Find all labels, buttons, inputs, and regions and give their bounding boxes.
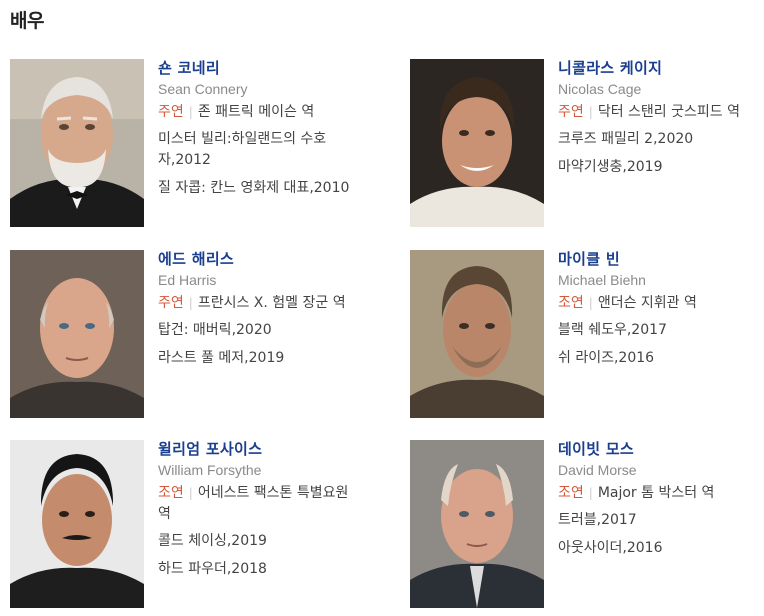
actor-photo-michael-biehn[interactable] bbox=[410, 250, 544, 418]
actor-photo-david-morse[interactable] bbox=[410, 440, 544, 608]
role-name: 어네스트 팩스톤 특별요원 역 bbox=[158, 485, 349, 522]
filmography-list: 트러블,2017 아웃사이더,2016 bbox=[558, 510, 760, 559]
portrait-image bbox=[10, 59, 144, 227]
role-name: 존 패트릭 메이슨 역 bbox=[197, 104, 315, 120]
actor-name-link[interactable]: 니콜라스 케이지 bbox=[558, 59, 760, 77]
film-link[interactable]: 블랙 쉐도우,2017 bbox=[558, 320, 760, 341]
portrait-image bbox=[410, 440, 544, 608]
film-link[interactable]: 미스터 빌리:하일랜드의 수호자,2012 bbox=[158, 129, 360, 171]
actor-photo-ed-harris[interactable] bbox=[10, 250, 144, 418]
role-line: 조연 | 어네스트 팩스톤 특별요원 역 bbox=[158, 483, 360, 525]
film-link[interactable]: 라스트 풀 메저,2019 bbox=[158, 348, 360, 369]
actor-english-name: Ed Harris bbox=[158, 272, 217, 288]
role-type-badge: 조연 bbox=[158, 485, 184, 501]
actor-card: 니콜라스 케이지 Nicolas Cage 주연 | 닥터 스탠리 굿스피드 역 크… bbox=[410, 59, 760, 229]
actor-card: 에드 해리스 Ed Harris 주연 | 프란시스 X. 험멜 장군 역 탑건: … bbox=[10, 250, 360, 420]
actor-card: 숀 코네리 Sean Connery 주연 | 존 패트릭 메이슨 역 미스터 빌리… bbox=[10, 59, 360, 229]
film-link[interactable]: 마약기생충,2019 bbox=[558, 157, 760, 178]
portrait-image bbox=[410, 59, 544, 227]
actor-photo-nicolas-cage[interactable] bbox=[410, 59, 544, 227]
role-line: 조연 | 앤더슨 지휘관 역 bbox=[558, 293, 760, 314]
actor-english-name: David Morse bbox=[558, 462, 637, 478]
actor-name-link[interactable]: 에드 해리스 bbox=[158, 250, 360, 268]
film-link[interactable]: 하드 파우더,2018 bbox=[158, 559, 360, 580]
actor-name-link[interactable]: 데이빗 모스 bbox=[558, 440, 760, 458]
film-link[interactable]: 트러블,2017 bbox=[558, 510, 760, 531]
filmography-list: 크루즈 패밀리 2,2020 마약기생충,2019 bbox=[558, 129, 760, 178]
role-separator: | bbox=[188, 486, 193, 500]
portrait-image bbox=[10, 440, 144, 608]
role-separator: | bbox=[188, 105, 193, 119]
actor-card: 데이빗 모스 David Morse 조연 | Major 톰 박스터 역 트러블,… bbox=[410, 440, 760, 610]
film-link[interactable]: 크루즈 패밀리 2,2020 bbox=[558, 129, 760, 150]
actor-photo-sean-connery[interactable] bbox=[10, 59, 144, 227]
role-separator: | bbox=[588, 105, 593, 119]
actor-card: 윌리엄 포사이스 William Forsythe 조연 | 어네스트 팩스톤 특별… bbox=[10, 440, 360, 610]
role-line: 주연 | 닥터 스탠리 굿스피드 역 bbox=[558, 102, 760, 123]
actor-english-name: Michael Biehn bbox=[558, 272, 646, 288]
role-separator: | bbox=[588, 486, 593, 500]
actor-card: 마이클 빈 Michael Biehn 조연 | 앤더슨 지휘관 역 블랙 쉐도우,… bbox=[410, 250, 760, 420]
role-type-badge: 주연 bbox=[158, 295, 184, 311]
role-line: 주연 | 존 패트릭 메이슨 역 bbox=[158, 102, 360, 123]
actor-photo-william-forsythe[interactable] bbox=[10, 440, 144, 608]
role-name: Major 톰 박스터 역 bbox=[597, 485, 715, 501]
actor-name-link[interactable]: 마이클 빈 bbox=[558, 250, 760, 268]
filmography-list: 콜드 체이싱,2019 하드 파우더,2018 bbox=[158, 531, 360, 580]
role-type-badge: 조연 bbox=[558, 485, 584, 501]
role-type-badge: 주연 bbox=[158, 104, 184, 120]
role-name: 프란시스 X. 험멜 장군 역 bbox=[197, 295, 346, 311]
role-name: 앤더슨 지휘관 역 bbox=[597, 295, 697, 311]
role-line: 조연 | Major 톰 박스터 역 bbox=[558, 483, 760, 504]
role-separator: | bbox=[588, 296, 593, 310]
actors-section: 배우 숀 코네리 Sean Connery 주연 | 존 패트릭 메이슨 역 미… bbox=[0, 0, 764, 616]
actor-english-name: Sean Connery bbox=[158, 81, 248, 97]
film-link[interactable]: 탑건: 매버릭,2020 bbox=[158, 320, 360, 341]
role-line: 주연 | 프란시스 X. 험멜 장군 역 bbox=[158, 293, 360, 314]
actor-english-name: Nicolas Cage bbox=[558, 81, 642, 97]
film-link[interactable]: 쉬 라이즈,2016 bbox=[558, 348, 760, 369]
portrait-image bbox=[10, 250, 144, 418]
actor-english-name: William Forsythe bbox=[158, 462, 262, 478]
section-title: 배우 bbox=[10, 10, 44, 32]
role-name: 닥터 스탠리 굿스피드 역 bbox=[597, 104, 740, 120]
role-type-badge: 주연 bbox=[558, 104, 584, 120]
filmography-list: 미스터 빌리:하일랜드의 수호자,2012 질 자콥: 칸느 영화제 대표,20… bbox=[158, 129, 360, 199]
filmography-list: 블랙 쉐도우,2017 쉬 라이즈,2016 bbox=[558, 320, 760, 369]
film-link[interactable]: 콜드 체이싱,2019 bbox=[158, 531, 360, 552]
filmography-list: 탑건: 매버릭,2020 라스트 풀 메저,2019 bbox=[158, 320, 360, 369]
actor-name-link[interactable]: 윌리엄 포사이스 bbox=[158, 440, 360, 458]
portrait-image bbox=[410, 250, 544, 418]
actor-name-link[interactable]: 숀 코네리 bbox=[158, 59, 360, 77]
role-separator: | bbox=[188, 296, 193, 310]
role-type-badge: 조연 bbox=[558, 295, 584, 311]
film-link[interactable]: 질 자콥: 칸느 영화제 대표,2010 bbox=[158, 178, 360, 199]
film-link[interactable]: 아웃사이더,2016 bbox=[558, 538, 760, 559]
